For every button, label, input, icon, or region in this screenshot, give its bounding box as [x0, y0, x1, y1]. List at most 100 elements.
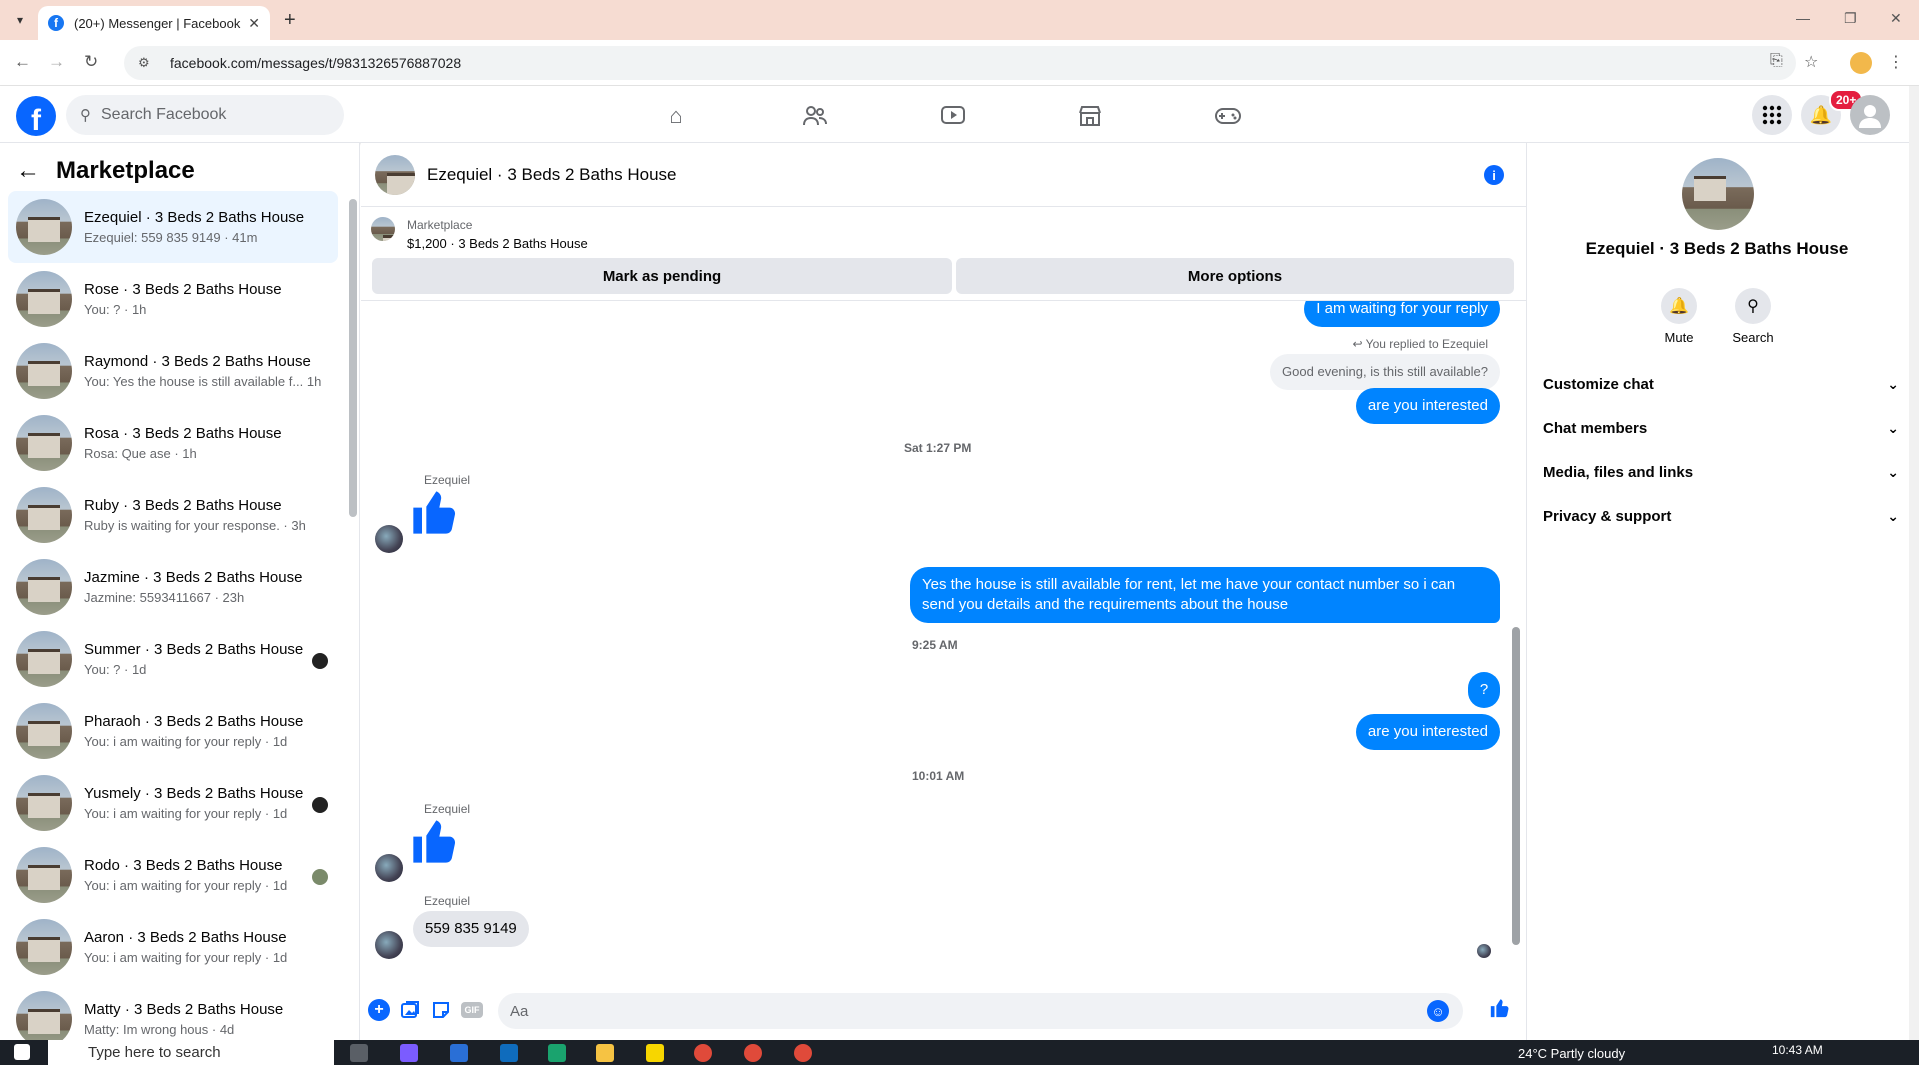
minimize-icon[interactable]: — [1796, 10, 1810, 26]
more-options-button[interactable]: More options [956, 258, 1514, 294]
home-icon[interactable]: ⌂ [660, 102, 692, 130]
task-view-icon[interactable] [350, 1044, 368, 1062]
edge-icon[interactable] [548, 1044, 566, 1062]
mute-button[interactable]: 🔔 Mute [1657, 288, 1701, 345]
conversation-snippet: You: i am waiting for your reply · 1d [84, 878, 288, 893]
search-label: Search [1732, 330, 1774, 345]
watch-icon[interactable] [937, 102, 969, 130]
install-app-icon[interactable]: ⎘ [1770, 52, 1783, 70]
thumbs-up-icon [409, 815, 461, 874]
conversation-snippet: You: Yes the house is still available f.… [84, 374, 322, 389]
media-files-links-section[interactable]: Media, files and links ⌄ [1543, 464, 1899, 481]
conversation-name: Ruby · 3 Beds 2 Baths House [84, 497, 282, 514]
account-avatar[interactable] [1850, 95, 1890, 135]
clock[interactable]: 10:43 AM [1772, 1043, 1823, 1057]
store-icon[interactable] [450, 1044, 468, 1062]
listing-thumbnail [371, 217, 395, 241]
chrome-icon[interactable] [694, 1044, 712, 1062]
conversation-list: Ezequiel · 3 Beds 2 Baths House Ezequiel:… [8, 191, 338, 1040]
window-close-icon[interactable]: ✕ [1890, 10, 1902, 27]
outlook-icon[interactable] [500, 1044, 518, 1062]
chat-title[interactable]: Ezequiel · 3 Beds 2 Baths House [427, 165, 676, 185]
sender-avatar[interactable] [375, 525, 403, 553]
message-composer: + GIF Aa ☺ [361, 983, 1526, 1040]
conversation-name: Rodo · 3 Beds 2 Baths House [84, 857, 283, 874]
gif-icon[interactable]: GIF [461, 1002, 483, 1018]
conversation-item[interactable]: Summer · 3 Beds 2 Baths House You: ? · 1d [8, 623, 338, 695]
more-actions-icon[interactable]: + [368, 999, 390, 1021]
conversation-item[interactable]: Rodo · 3 Beds 2 Baths House You: i am wai… [8, 839, 338, 911]
conversation-item[interactable]: Raymond · 3 Beds 2 Baths House You: Yes t… [8, 335, 338, 407]
search-button[interactable]: ⚲ Search [1731, 288, 1775, 345]
contact-avatar[interactable] [1682, 158, 1754, 230]
conversation-item[interactable]: Ezequiel · 3 Beds 2 Baths House Ezequiel:… [8, 191, 338, 263]
conversation-item[interactable]: Jazmine · 3 Beds 2 Baths House Jazmine: 5… [8, 551, 338, 623]
menu-grid-icon[interactable] [1752, 95, 1792, 135]
listing-thumbnail [16, 991, 72, 1040]
mute-label: Mute [1664, 330, 1694, 345]
message-input-placeholder: Aa [510, 1002, 529, 1020]
address-bar[interactable]: ⚙ facebook.com/messages/t/98313265768870… [124, 46, 1796, 80]
chat-scrollbar[interactable] [1512, 627, 1520, 945]
conversation-item[interactable]: Yusmely · 3 Beds 2 Baths House You: i am … [8, 767, 338, 839]
listing-price[interactable]: $1,200 · 3 Beds 2 Baths House [407, 236, 588, 251]
sticker-icon[interactable] [430, 999, 452, 1021]
weather-widget[interactable]: 24°C Partly cloudy [1518, 1046, 1625, 1061]
message-input[interactable]: Aa ☺ [498, 993, 1463, 1029]
chrome-icon[interactable] [744, 1044, 762, 1062]
message-thread: I am waiting for your reply ↩ You replie… [361, 301, 1526, 983]
conversation-item[interactable]: Ruby · 3 Beds 2 Baths House Ruby is waiti… [8, 479, 338, 551]
emoji-icon[interactable]: ☺ [1427, 1000, 1449, 1022]
sidebar-scrollbar[interactable] [349, 199, 357, 517]
site-info-icon[interactable]: ⚙ [138, 55, 158, 71]
close-tab-icon[interactable]: ✕ [248, 15, 260, 32]
conversation-item[interactable]: Pharaoh · 3 Beds 2 Baths House You: i am … [8, 695, 338, 767]
conversation-item[interactable]: Aaron · 3 Beds 2 Baths House You: i am wa… [8, 911, 338, 983]
file-explorer-icon[interactable] [596, 1044, 614, 1062]
browser-profile-avatar[interactable] [1850, 52, 1872, 74]
conversation-item[interactable]: Matty · 3 Beds 2 Baths House Matty: Im wr… [8, 983, 338, 1040]
back-arrow-icon[interactable]: ← [16, 157, 40, 185]
restore-icon[interactable]: ❐ [1844, 10, 1857, 27]
conversation-name: Aaron · 3 Beds 2 Baths House [84, 929, 287, 946]
conversation-item[interactable]: Rosa · 3 Beds 2 Baths House Rosa: Que ase… [8, 407, 338, 479]
reply-indicator-text: You replied to Ezequiel [1365, 337, 1488, 351]
copilot-icon[interactable] [400, 1044, 418, 1062]
reload-icon[interactable]: ↻ [84, 52, 98, 72]
quoted-message: Good evening, is this still available? [1270, 354, 1500, 390]
privacy-support-section[interactable]: Privacy & support ⌄ [1543, 508, 1899, 525]
gaming-icon[interactable] [1212, 102, 1244, 130]
chat-members-section[interactable]: Chat members ⌄ [1543, 420, 1899, 437]
bookmark-star-icon[interactable]: ☆ [1804, 52, 1818, 72]
customize-chat-section[interactable]: Customize chat ⌄ [1543, 376, 1899, 393]
attach-media-icon[interactable] [399, 999, 421, 1021]
chat-avatar[interactable] [375, 154, 415, 195]
facebook-search-input[interactable]: ⚲ Search Facebook [66, 95, 344, 135]
marketplace-icon[interactable] [1074, 102, 1106, 130]
sender-avatar[interactable] [375, 931, 403, 959]
conversation-item[interactable]: Rose · 3 Beds 2 Baths House You: ? · 1h [8, 263, 338, 335]
taskbar-search[interactable]: Type here to search [48, 1040, 334, 1065]
info-icon[interactable]: i [1484, 165, 1504, 185]
page-scrollbar[interactable] [1909, 86, 1919, 1040]
browser-menu-icon[interactable]: ⋮ [1888, 52, 1904, 72]
mark-as-pending-button[interactable]: Mark as pending [372, 258, 952, 294]
forward-icon[interactable]: → [48, 52, 65, 72]
marketplace-label: Marketplace [407, 218, 473, 232]
send-like-icon[interactable] [1489, 997, 1511, 1019]
back-icon[interactable]: ← [14, 52, 31, 72]
conversation-snippet: Ruby is waiting for your response. · 3h [84, 518, 306, 533]
new-tab-icon[interactable]: + [284, 9, 296, 32]
sticky-notes-icon[interactable] [646, 1044, 664, 1062]
friends-icon[interactable] [799, 102, 831, 130]
facebook-logo-icon[interactable]: f [16, 96, 56, 136]
sender-avatar[interactable] [375, 854, 403, 882]
chrome-icon[interactable] [794, 1044, 812, 1062]
listing-thumbnail [16, 847, 72, 903]
conversation-snippet: You: ? · 1d [84, 662, 147, 677]
windows-start-icon[interactable] [14, 1044, 30, 1060]
browser-tab[interactable]: f (20+) Messenger | Facebook ✕ [38, 6, 270, 40]
chevron-down-icon: ⌄ [1887, 376, 1899, 392]
tab-list-icon[interactable]: ▾ [8, 8, 32, 32]
conversation-snippet: Ezequiel: 559 835 9149 · 41m [84, 230, 258, 245]
